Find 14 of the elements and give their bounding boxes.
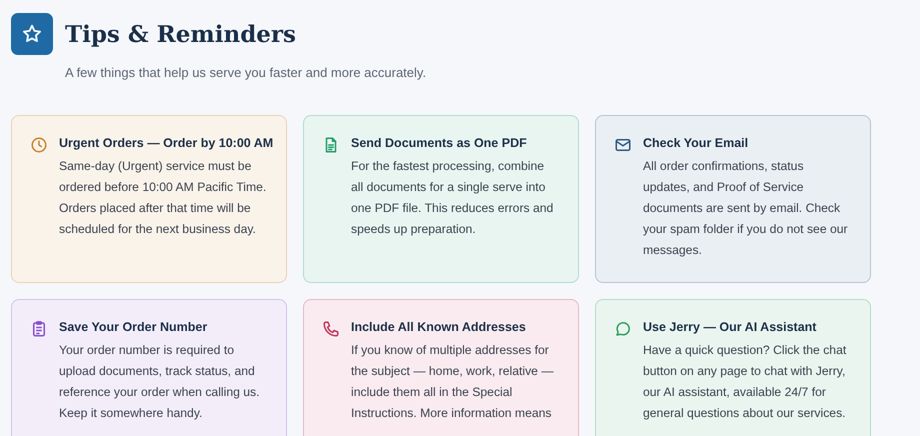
tip-title: Check Your Email: [643, 135, 750, 152]
tip-text: Your order number is required to upload documents, track status, and reference your order when calling us. Keep it somewhere handy.: [59, 342, 260, 422]
tip-text: All order confirmations, status updates, and Proof of Service documents are sent by email. Check your spam folder if you do not see our messages.: [643, 158, 848, 259]
tip-title: Send Documents as One PDF: [351, 135, 528, 152]
tip-text: Have a quick question? Click the chat button on any page to chat with Jerry, our AI assistant, available 24/7 for general questions about our services.: [643, 342, 846, 422]
page-title: Tips & Reminders: [65, 20, 296, 48]
tip-text: Same-day (Urgent) service must be ordered before 10:00 AM Pacific Time. Orders placed after that time will be scheduled for the next business day.: [59, 158, 268, 238]
tip-title: Include All Known Addresses: [351, 319, 527, 336]
tip-text: If you know of multiple addresses for the subject — home, work, relative — include them all in the Special Instructions. More information means: [351, 342, 554, 422]
tip-text: For the fastest processing, combine all documents for a single serve into one PDF file. This reduces errors and speeds up preparation.: [351, 158, 554, 238]
tip-title: Save Your Order Number: [59, 319, 208, 336]
tip-title: Use Jerry — Our AI Assistant: [643, 319, 818, 336]
page-subtitle: A few things that help us serve you faster and more accurately.: [65, 65, 428, 80]
tip-title: Urgent Orders — Order by 10:00 AM: [59, 135, 274, 152]
